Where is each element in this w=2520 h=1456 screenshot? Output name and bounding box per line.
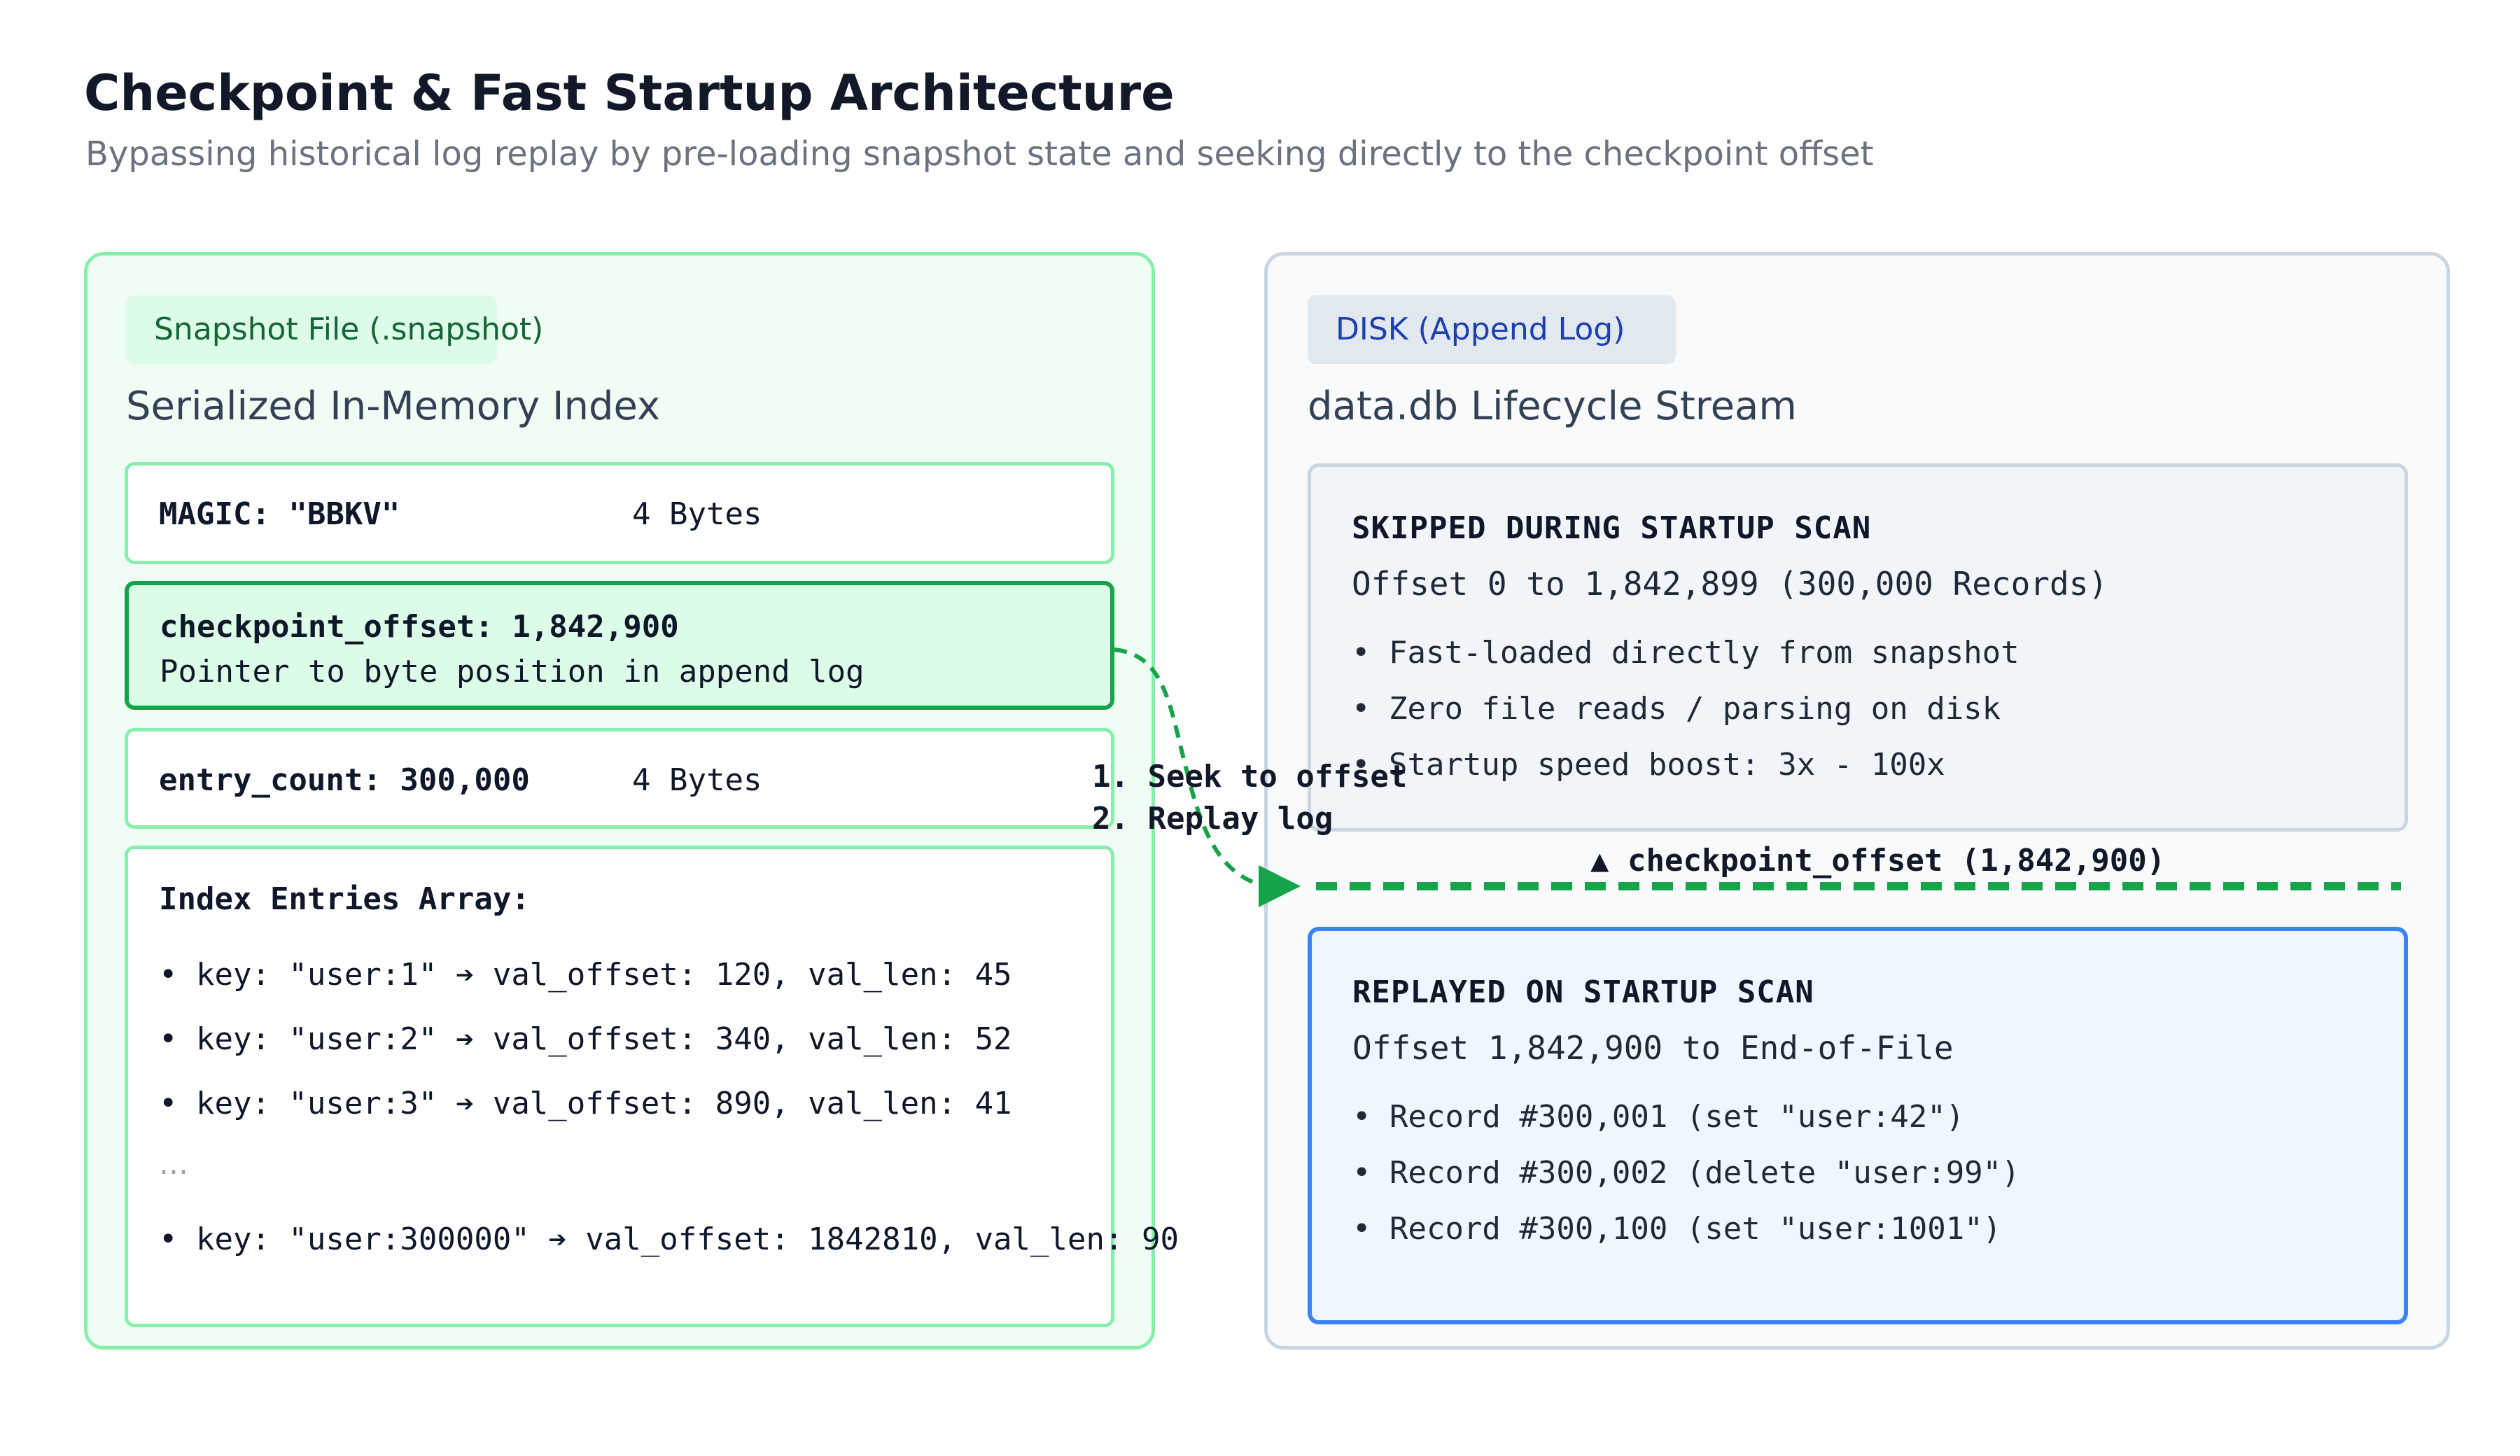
append-log-heading: data.db Lifecycle Stream	[1308, 384, 1797, 429]
entry-count-field: entry_count: 300,000 4 Bytes	[125, 728, 1114, 829]
skipped-range: Offset 0 to 1,842,899 (300,000 Records)	[1352, 565, 2108, 603]
entry-count-size: 4 Bytes	[632, 762, 762, 798]
replayed-range: Offset 1,842,900 to End-of-File	[1352, 1029, 1954, 1067]
index-entry: • key: "user:1" ➔ val_offset: 120, val_l…	[159, 957, 1012, 993]
magic-size: 4 Bytes	[632, 496, 762, 532]
skipped-bullet: • Fast-loaded directly from snapshot	[1352, 635, 2019, 671]
checkpoint-offset-field: checkpoint_offset: 1,842,900 Pointer to …	[125, 581, 1114, 710]
skipped-region: SKIPPED DURING STARTUP SCAN Offset 0 to …	[1308, 463, 2408, 832]
checkpoint-offset-label: checkpoint_offset: 1,842,900	[160, 609, 679, 645]
replayed-bullet: • Record #300,002 (delete "user:99")	[1352, 1155, 2020, 1191]
index-entries-heading: Index Entries Array:	[159, 881, 530, 917]
magic-field: MAGIC: "BBKV" 4 Bytes	[125, 462, 1114, 564]
replayed-heading: REPLAYED ON STARTUP SCAN	[1352, 974, 1814, 1010]
magic-label: MAGIC: "BBKV"	[159, 496, 400, 532]
index-ellipsis: ...	[159, 1146, 188, 1182]
index-entry-last: • key: "user:300000" ➔ val_offset: 18428…	[159, 1222, 1179, 1257]
snapshot-file-tag: Snapshot File (.snapshot)	[126, 295, 543, 364]
skipped-bullet: • Startup speed boost: 3x - 100x	[1352, 747, 1945, 783]
replayed-bullet: • Record #300,001 (set "user:42")	[1352, 1099, 1965, 1135]
page-title: Checkpoint & Fast Startup Architecture	[84, 64, 1175, 122]
disk-append-log-tag: DISK (Append Log)	[1308, 295, 1676, 364]
page-subtitle: Bypassing historical log replay by pre-l…	[85, 134, 1874, 174]
skipped-bullet: • Zero file reads / parsing on disk	[1352, 691, 2001, 727]
index-entry: • key: "user:3" ➔ val_offset: 890, val_l…	[159, 1086, 1012, 1121]
skipped-heading: SKIPPED DURING STARTUP SCAN	[1352, 510, 1872, 546]
index-entries-field: Index Entries Array: • key: "user:1" ➔ v…	[125, 846, 1179, 1327]
replayed-bullet: • Record #300,100 (set "user:1001")	[1352, 1211, 2002, 1247]
snapshot-heading: Serialized In-Memory Index	[126, 384, 661, 429]
checkpoint-offset-description: Pointer to byte position in append log	[160, 654, 864, 690]
entry-count-label: entry_count: 300,000	[159, 762, 530, 798]
index-entry: • key: "user:2" ➔ val_offset: 340, val_l…	[159, 1021, 1012, 1057]
replayed-region: REPLAYED ON STARTUP SCAN Offset 1,842,90…	[1308, 927, 2408, 1324]
